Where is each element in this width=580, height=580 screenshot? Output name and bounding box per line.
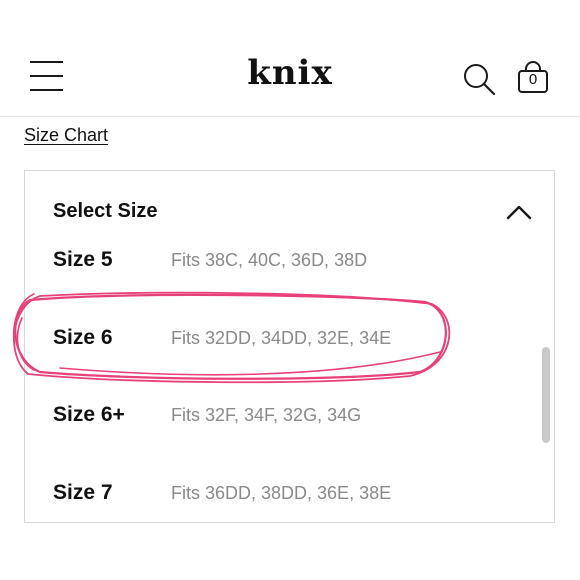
size-option-fits: Fits 32F, 34F, 32G, 34G <box>171 405 362 425</box>
size-option-name: Size 5 <box>53 248 113 271</box>
product-size-page: knix 0 Size Chart Select Size Size 5 Fit… <box>0 0 580 580</box>
size-chart-link[interactable]: Size Chart <box>24 125 108 146</box>
site-header: knix 0 <box>0 0 580 117</box>
size-option-name: Size 6 <box>53 326 113 349</box>
size-select-dropdown: Select Size Size 5 Fits 38C, 40C, 36D, 3… <box>24 170 555 523</box>
size-option-fits: Fits 32DD, 34DD, 32E, 34E <box>171 328 392 348</box>
size-option-7[interactable]: Size 7 Fits 36DD, 38DD, 36E, 38E <box>25 481 525 522</box>
size-option-6[interactable]: Size 6 Fits 32DD, 34DD, 32E, 34E <box>25 326 525 386</box>
size-option-5[interactable]: Size 5 Fits 38C, 40C, 36D, 38D <box>25 248 525 308</box>
chevron-up-icon[interactable] <box>505 203 533 221</box>
size-option-fits: Fits 38C, 40C, 36D, 38D <box>171 250 368 270</box>
size-option-name: Size 7 <box>53 481 113 504</box>
cart-count-badge: 0 <box>528 71 538 88</box>
size-option-6-plus[interactable]: Size 6+ Fits 32F, 34F, 32G, 34G <box>25 403 525 463</box>
scrollbar-thumb[interactable] <box>542 347 550 443</box>
dropdown-scrollbar[interactable] <box>542 347 550 443</box>
size-option-name: Size 6+ <box>53 403 125 426</box>
search-icon[interactable] <box>462 62 496 96</box>
select-size-title[interactable]: Select Size <box>53 200 158 223</box>
size-option-fits: Fits 36DD, 38DD, 36E, 38E <box>171 483 392 503</box>
